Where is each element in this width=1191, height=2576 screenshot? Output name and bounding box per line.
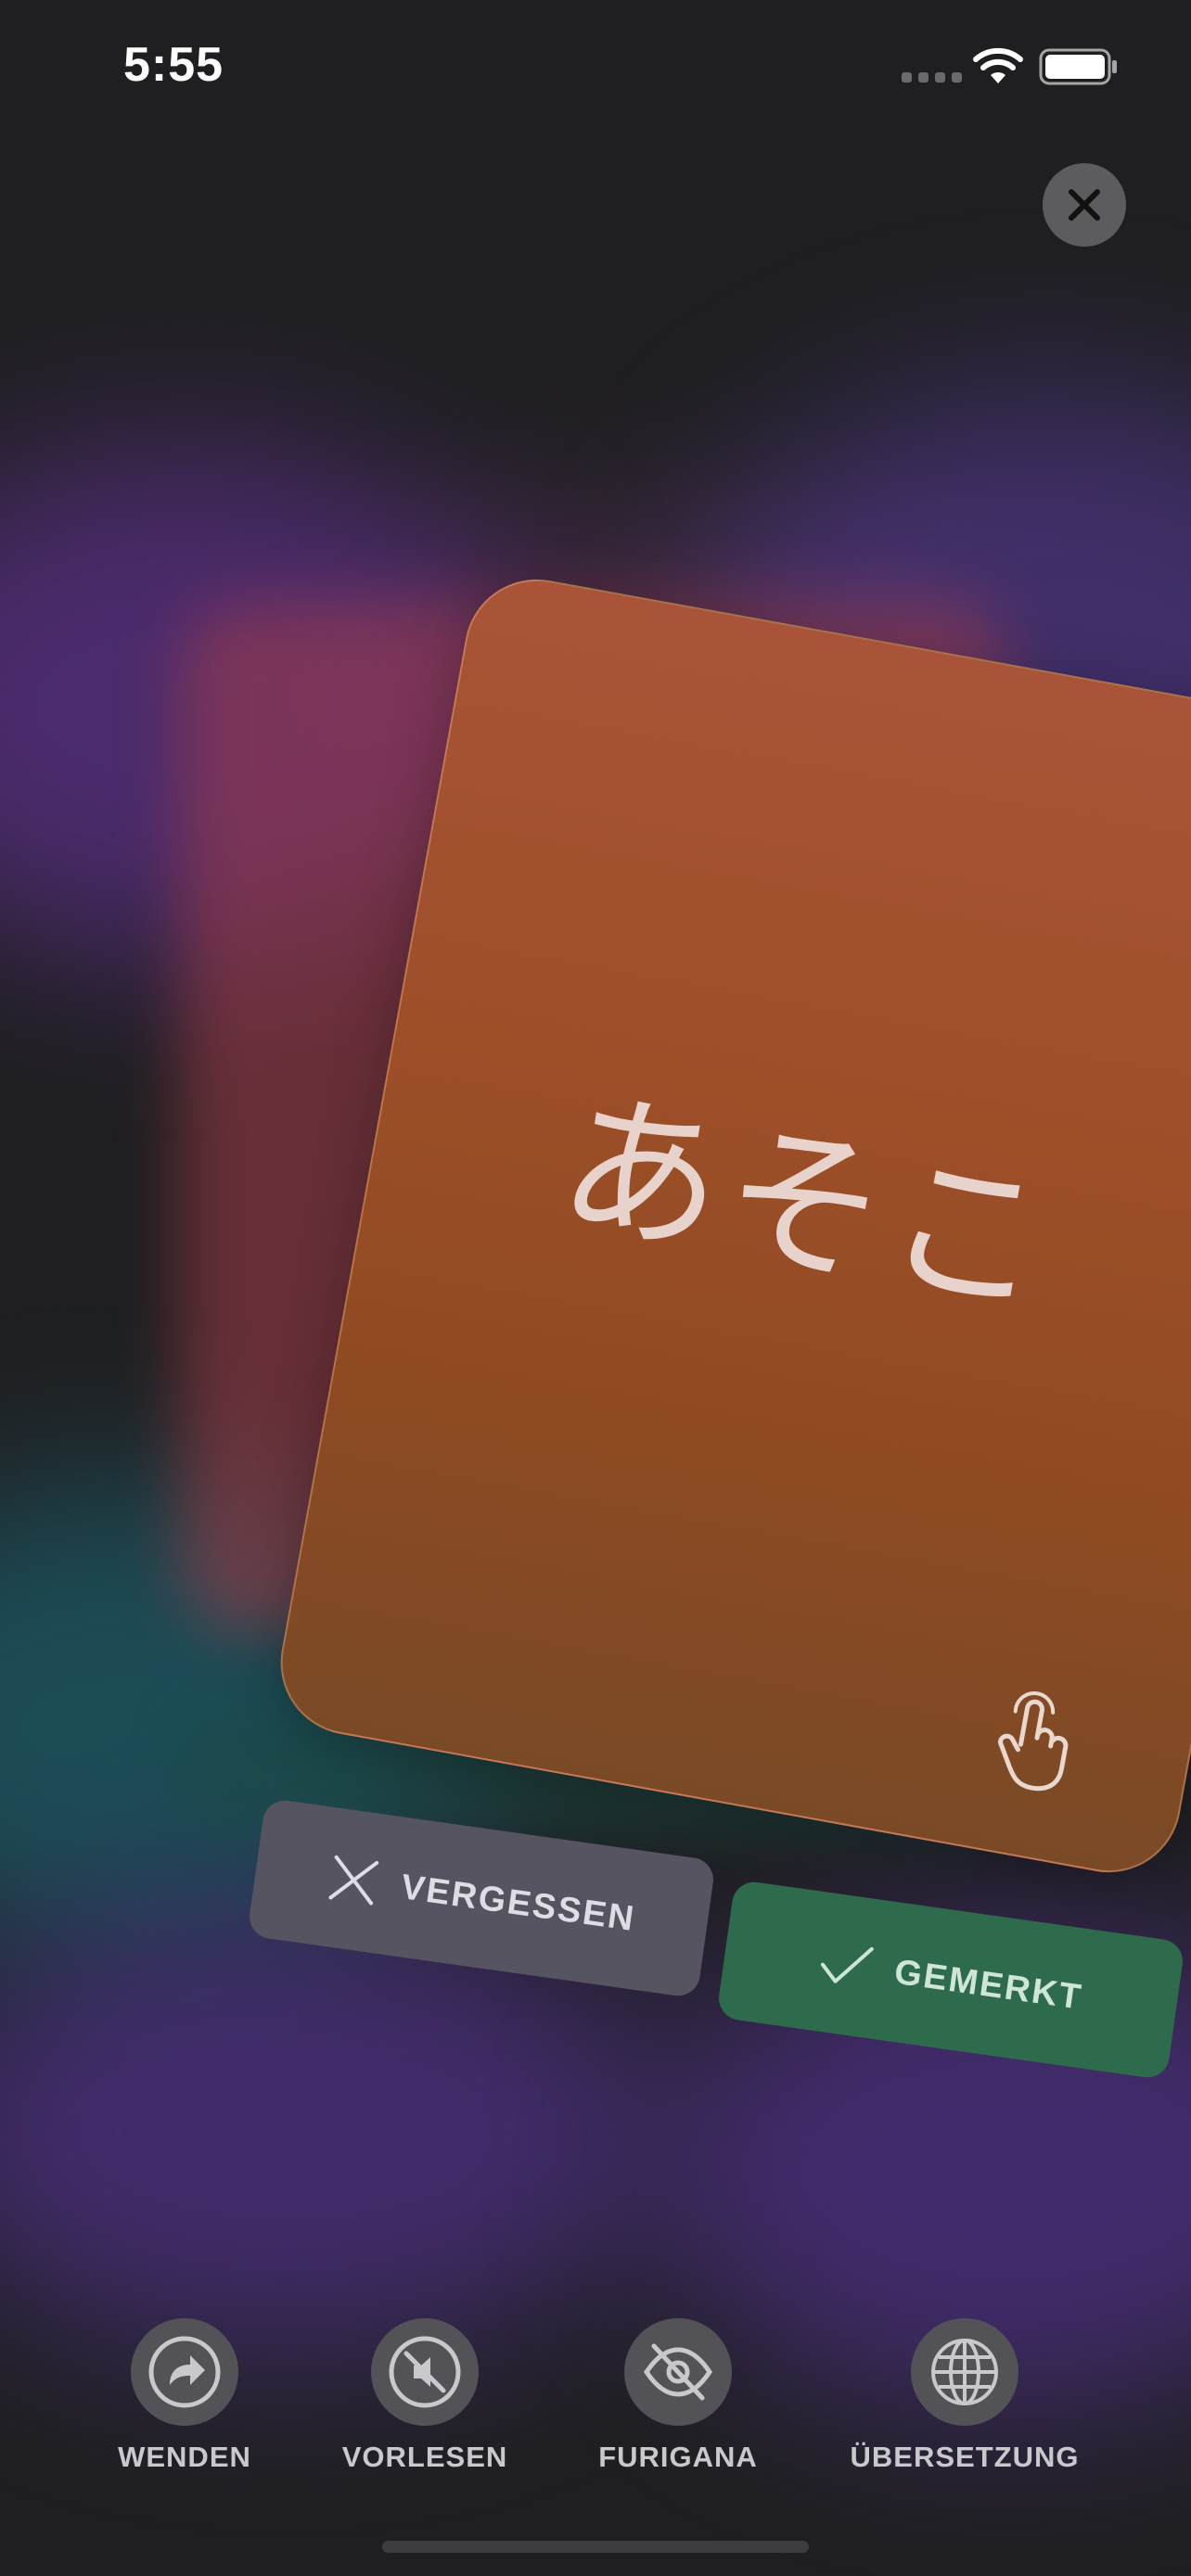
wifi-icon — [973, 47, 1023, 83]
flip-icon — [148, 2336, 221, 2408]
x-icon — [328, 1855, 378, 1906]
checkmark-icon — [820, 1946, 874, 1983]
flip-button[interactable]: WENDEN — [113, 2318, 256, 2474]
battery-icon — [1039, 48, 1117, 85]
furigana-button[interactable]: FURIGANA — [597, 2318, 759, 2474]
forget-label: VERGESSEN — [398, 1867, 638, 1939]
flashcard-word: あそこ — [547, 1068, 1069, 1341]
read-aloud-label: VORLESEN — [341, 2441, 508, 2473]
remember-label: GEMERKT — [891, 1952, 1085, 2018]
close-button[interactable] — [1043, 163, 1126, 247]
read-aloud-button[interactable]: VORLESEN — [341, 2318, 508, 2474]
status-time: 5:55 — [123, 38, 224, 92]
speaker-muted-icon — [389, 2336, 461, 2408]
status-bar: 5:55 — [0, 0, 1191, 139]
close-icon — [1069, 189, 1100, 221]
tap-hand-icon — [997, 1691, 1069, 1792]
translation-button[interactable]: ÜBERSETZUNG — [851, 2318, 1078, 2474]
eye-slash-icon — [643, 2343, 713, 2401]
cellular-signal-icon — [902, 72, 962, 83]
home-indicator[interactable] — [382, 2541, 809, 2553]
globe-icon — [931, 2339, 998, 2405]
furigana-label: FURIGANA — [598, 2441, 758, 2473]
translation-label: ÜBERSETZUNG — [850, 2441, 1080, 2473]
flip-label: WENDEN — [118, 2441, 251, 2473]
bottom-toolbar: WENDEN VORLESEN FURIGANA ÜBERSETZUNG — [0, 2318, 1191, 2504]
